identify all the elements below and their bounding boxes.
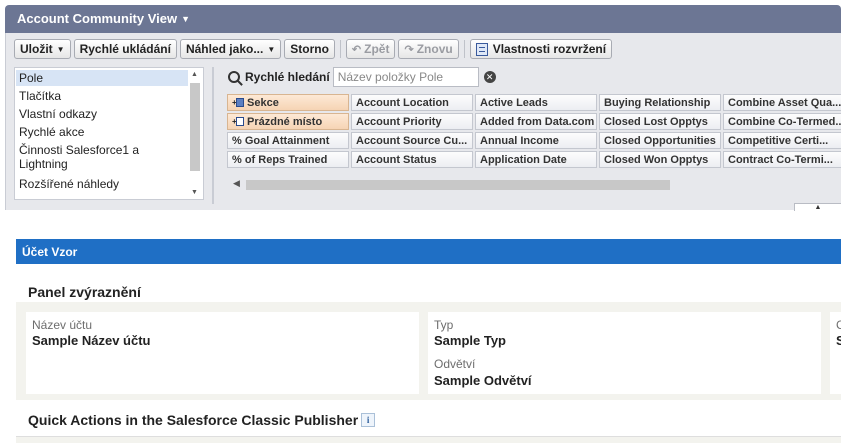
field-value: Sample Název účtu <box>32 333 151 348</box>
palette-field[interactable]: Account Source Cu... <box>351 132 473 149</box>
palette-field[interactable]: Contract Co-Termi... <box>723 151 841 168</box>
category-item-expanded-lookups[interactable]: Rozšířené náhledy <box>16 176 188 192</box>
palette-field[interactable]: % of Reps Trained <box>227 151 349 168</box>
palette-field-grid: + Sekce Account Location Active Leads Buy… <box>227 94 841 171</box>
undo-button[interactable]: ↶ Zpět <box>345 39 396 59</box>
palette-field[interactable]: % Goal Attainment <box>227 132 349 149</box>
layout-properties-label: Vlastnosti rozvržení <box>492 42 607 56</box>
field-grid-scrollbar[interactable]: ◀ <box>231 178 841 191</box>
palette-field[interactable]: Added from Data.com <box>475 113 597 130</box>
palette-field[interactable]: Account Location <box>351 94 473 111</box>
quick-find-label: Rychlé hledání <box>245 70 330 84</box>
category-item-custom-links[interactable]: Vlastní odkazy <box>16 106 188 122</box>
clear-search-icon[interactable]: ✕ <box>483 71 496 83</box>
palette-item-blank-space[interactable]: + Prázdné místo <box>227 113 349 130</box>
layout-properties-icon <box>475 42 488 56</box>
layout-title-menu[interactable]: Account Community View ▼ <box>17 11 190 26</box>
chevron-down-icon: ▼ <box>267 44 276 54</box>
palette-field[interactable]: Closed Lost Opptys <box>599 113 721 130</box>
palette-field[interactable]: Buying Relationship <box>599 94 721 111</box>
palette-field[interactable]: Application Date <box>475 151 597 168</box>
chevron-down-icon: ▼ <box>181 14 191 24</box>
highlights-panel[interactable]: Název účtu Sample Název účtu Typ Sample … <box>16 302 841 400</box>
preview-as-button[interactable]: Náhled jako... ▼ <box>179 39 282 59</box>
add-section-icon: + <box>232 98 244 107</box>
quick-actions-title: Quick Actions in the Salesforce Classic … <box>28 412 359 428</box>
palette-category-list: Pole Tlačítka Vlastní odkazy Rychlé akce… <box>14 67 204 200</box>
category-item-salesforce1-actions[interactable]: Činnosti Salesforce1 a Lightning <box>16 142 188 172</box>
editor-toolbar: Uložit ▼ Rychlé ukládání Náhled jako... ▼ … <box>14 39 613 59</box>
palette-field[interactable]: Active Leads <box>475 94 597 111</box>
scrollbar-thumb[interactable] <box>190 83 200 171</box>
palette-field[interactable]: Account Priority <box>351 113 473 130</box>
category-item-buttons[interactable]: Tlačítka <box>16 88 188 104</box>
field-label: Název účtu <box>32 318 93 332</box>
highlights-panel-title: Panel zvýraznění <box>28 284 141 300</box>
info-icon[interactable]: i <box>361 413 376 427</box>
redo-label: Znovu <box>416 42 453 56</box>
highlights-column[interactable]: Typ Sample Typ Odvětví Sample Odvětví <box>428 312 821 394</box>
undo-icon: ↶ <box>351 43 362 56</box>
layout-editor-palette: Uložit ▼ Rychlé ukládání Náhled jako... ▼ … <box>5 33 841 211</box>
palette-divider[interactable] <box>212 67 214 204</box>
undo-label: Zpět <box>364 42 390 56</box>
redo-icon: ↷ <box>404 43 414 56</box>
highlights-column[interactable]: C S <box>830 312 841 394</box>
record-header-bar: Účet Vzor <box>16 239 841 264</box>
palette-field[interactable]: Closed Won Opptys <box>599 151 721 168</box>
highlights-column[interactable]: Název účtu Sample Název účtu <box>26 312 419 394</box>
quick-save-button[interactable]: Rychlé ukládání <box>73 39 177 59</box>
add-blank-space-icon: + <box>232 117 244 126</box>
toolbar-separator <box>339 40 341 58</box>
redo-button[interactable]: ↷ Znovu <box>398 39 459 59</box>
quick-actions-title-row: Quick Actions in the Salesforce Classic … <box>28 412 376 428</box>
field-value: S <box>836 333 841 348</box>
palette-field[interactable]: Combine Co-Termed... <box>723 113 841 130</box>
palette-item-section[interactable]: + Sekce <box>227 94 349 111</box>
field-label: Odvětví <box>434 357 476 371</box>
record-title: Účet Vzor <box>22 245 78 259</box>
toolbar-separator <box>463 40 465 58</box>
layout-title: Account Community View <box>17 11 178 26</box>
field-label: Prázdné místo <box>247 116 323 128</box>
scroll-left-icon[interactable]: ◀ <box>233 178 240 189</box>
palette-field[interactable]: Competitive Certi... <box>723 132 841 149</box>
save-label: Uložit <box>20 42 53 56</box>
scroll-up-icon[interactable]: ▲ <box>191 71 198 78</box>
layout-title-bar: Account Community View ▼ <box>5 5 841 33</box>
field-label: Sekce <box>247 97 279 109</box>
quick-find-input[interactable] <box>332 67 479 87</box>
quick-find: Rychlé hledání ✕ <box>228 67 496 87</box>
chevron-down-icon: ▼ <box>56 44 65 54</box>
scroll-down-icon[interactable]: ▼ <box>191 189 198 196</box>
field-label: C <box>836 318 841 332</box>
category-item-quick-actions[interactable]: Rychlé akce <box>16 124 188 140</box>
save-button[interactable]: Uložit ▼ <box>14 39 71 59</box>
palette-field[interactable]: Annual Income <box>475 132 597 149</box>
collapse-palette-handle[interactable]: ▲ <box>794 203 841 211</box>
field-value: Sample Odvětví <box>434 373 532 388</box>
palette-field[interactable]: Account Status <box>351 151 473 168</box>
category-item-fields[interactable]: Pole <box>16 70 188 86</box>
preview-as-label: Náhled jako... <box>185 42 264 56</box>
scrollbar-thumb[interactable] <box>246 180 670 190</box>
category-scrollbar[interactable]: ▲ ▼ <box>188 69 202 198</box>
palette-field[interactable]: Closed Opportunities <box>599 132 721 149</box>
field-value: Sample Typ <box>434 333 507 348</box>
chevron-up-icon: ▲ <box>814 204 822 211</box>
search-icon <box>228 71 240 83</box>
field-label: Typ <box>434 318 454 332</box>
cancel-button[interactable]: Storno <box>284 39 335 59</box>
quick-actions-section[interactable] <box>16 436 841 443</box>
layout-properties-button[interactable]: Vlastnosti rozvržení <box>469 39 613 59</box>
palette-field[interactable]: Combine Asset Qua... <box>723 94 841 111</box>
